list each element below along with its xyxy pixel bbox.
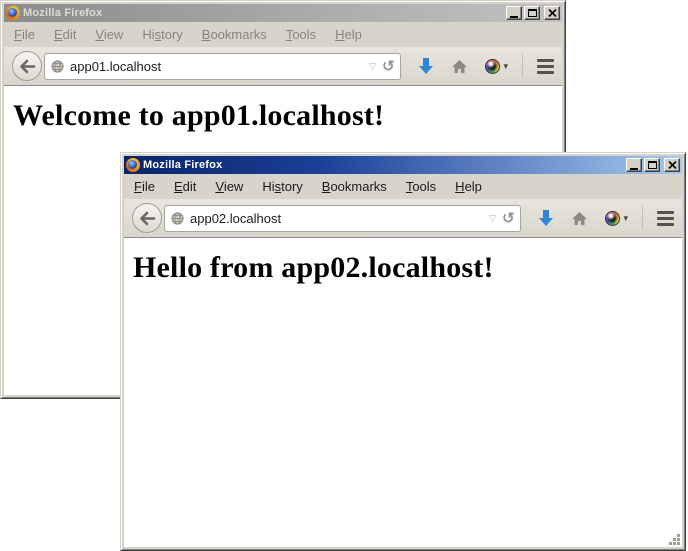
- menu-bar: File Edit View History Bookmarks Tools Help: [4, 22, 562, 47]
- menu-bar: File Edit View History Bookmarks Tools Help: [124, 174, 682, 199]
- resize-grip[interactable]: [668, 533, 681, 546]
- reload-icon[interactable]: ↻: [502, 211, 515, 226]
- page-content: Hello from app02.localhost!: [124, 238, 682, 547]
- addon-colorwheel-button[interactable]: ▾: [605, 211, 628, 226]
- menu-item-view[interactable]: View: [89, 25, 129, 44]
- url-text[interactable]: app02.localhost: [190, 211, 483, 226]
- menu-item-history[interactable]: History: [256, 177, 308, 196]
- titlebar[interactable]: Mozilla Firefox: [4, 4, 562, 22]
- browser-window-app02: Mozilla Firefox File Edit View History Bookm…: [120, 152, 686, 551]
- window-controls: [626, 158, 680, 172]
- color-wheel-icon: [485, 59, 500, 74]
- chevron-down-icon: ▾: [623, 214, 628, 223]
- urlbar-dropdown-icon[interactable]: ▽: [489, 214, 496, 223]
- minimize-button[interactable]: [506, 6, 522, 20]
- back-button[interactable]: [132, 203, 162, 233]
- download-icon: [418, 57, 434, 75]
- menu-item-tools[interactable]: Tools: [400, 177, 442, 196]
- menu-item-view[interactable]: View: [209, 177, 249, 196]
- maximize-icon: [528, 9, 537, 17]
- page-heading: Hello from app02.localhost!: [133, 251, 682, 285]
- url-bar[interactable]: app02.localhost ▽ ↻: [164, 205, 521, 232]
- menu-item-help[interactable]: Help: [329, 25, 368, 44]
- download-button[interactable]: [538, 209, 554, 227]
- download-button[interactable]: [418, 57, 434, 75]
- url-text[interactable]: app01.localhost: [70, 59, 363, 74]
- menu-item-file[interactable]: File: [128, 177, 161, 196]
- back-button[interactable]: [12, 51, 42, 81]
- menu-hamburger-button[interactable]: [657, 211, 674, 226]
- home-button[interactable]: [451, 59, 468, 74]
- navigation-toolbar: app01.localhost ▽ ↻ ▾: [4, 47, 562, 86]
- menu-item-bookmarks[interactable]: Bookmarks: [316, 177, 393, 196]
- minimize-icon: [630, 168, 638, 170]
- reload-icon[interactable]: ↻: [382, 59, 395, 74]
- toolbar-separator: [522, 54, 523, 78]
- addon-colorwheel-button[interactable]: ▾: [485, 59, 508, 74]
- home-button[interactable]: [571, 211, 588, 226]
- site-identity-globe-icon[interactable]: [171, 212, 184, 225]
- home-icon: [451, 59, 468, 74]
- close-button[interactable]: [664, 158, 680, 172]
- minimize-button[interactable]: [626, 158, 642, 172]
- menu-item-file[interactable]: File: [8, 25, 41, 44]
- close-icon: [668, 161, 677, 169]
- menu-item-history[interactable]: History: [136, 25, 188, 44]
- window-title: Mozilla Firefox: [23, 7, 503, 19]
- window-controls: [506, 6, 560, 20]
- minimize-icon: [510, 16, 518, 18]
- menu-item-tools[interactable]: Tools: [280, 25, 322, 44]
- menu-item-help[interactable]: Help: [449, 177, 488, 196]
- urlbar-dropdown-icon[interactable]: ▽: [369, 62, 376, 71]
- titlebar[interactable]: Mozilla Firefox: [124, 156, 682, 174]
- close-icon: [548, 9, 557, 17]
- navigation-toolbar: app02.localhost ▽ ↻ ▾: [124, 199, 682, 238]
- firefox-logo-icon: [6, 6, 20, 20]
- home-icon: [571, 211, 588, 226]
- back-arrow-icon: [139, 211, 156, 226]
- url-bar[interactable]: app01.localhost ▽ ↻: [44, 53, 401, 80]
- window-title: Mozilla Firefox: [143, 159, 623, 171]
- menu-item-bookmarks[interactable]: Bookmarks: [196, 25, 273, 44]
- page-heading: Welcome to app01.localhost!: [13, 99, 562, 133]
- maximize-button[interactable]: [644, 158, 660, 172]
- close-button[interactable]: [544, 6, 560, 20]
- download-icon: [538, 209, 554, 227]
- menu-item-edit[interactable]: Edit: [48, 25, 82, 44]
- maximize-icon: [648, 161, 657, 169]
- color-wheel-icon: [605, 211, 620, 226]
- toolbar-separator: [642, 206, 643, 230]
- maximize-button[interactable]: [524, 6, 540, 20]
- chevron-down-icon: ▾: [503, 62, 508, 71]
- back-arrow-icon: [19, 59, 36, 74]
- menu-item-edit[interactable]: Edit: [168, 177, 202, 196]
- menu-hamburger-button[interactable]: [537, 59, 554, 74]
- site-identity-globe-icon[interactable]: [51, 60, 64, 73]
- firefox-logo-icon: [126, 158, 140, 172]
